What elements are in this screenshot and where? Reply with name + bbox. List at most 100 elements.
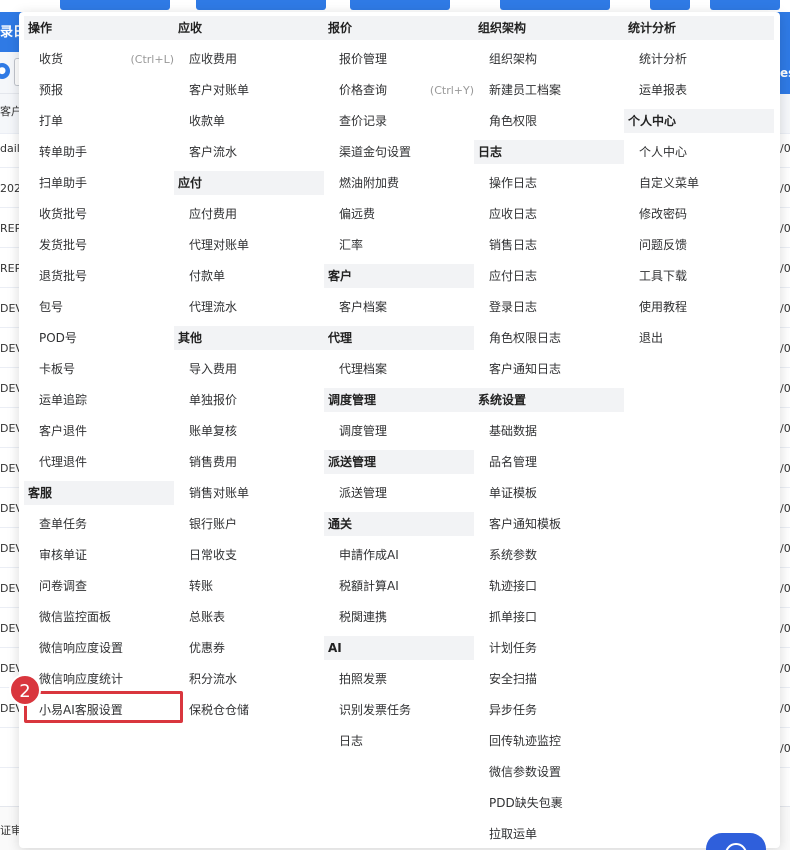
menu-item[interactable]: 查单任务: [24, 509, 174, 540]
menu-item[interactable]: 总账表: [174, 602, 324, 633]
menu-item[interactable]: 修改密码: [624, 199, 774, 230]
menu-item[interactable]: POD号: [24, 323, 174, 354]
menu-item[interactable]: 收款单: [174, 106, 324, 137]
menu-item[interactable]: 客户通知日志: [474, 354, 624, 385]
menu-item[interactable]: 打单: [24, 106, 174, 137]
menu-item[interactable]: 拉取运单: [474, 819, 624, 850]
menu-item[interactable]: 客户退件: [24, 416, 174, 447]
top-tab[interactable]: [710, 0, 780, 10]
menu-item[interactable]: 应收日志: [474, 199, 624, 230]
menu-item[interactable]: 申請作成AI: [324, 540, 474, 571]
menu-item[interactable]: 角色权限: [474, 106, 624, 137]
menu-item[interactable]: 代理退件: [24, 447, 174, 478]
menu-item[interactable]: 运单追踪: [24, 385, 174, 416]
menu-item[interactable]: 转账: [174, 571, 324, 602]
menu-item[interactable]: 异步任务: [474, 695, 624, 726]
menu-item[interactable]: 自定义菜单: [624, 168, 774, 199]
menu-item[interactable]: 银行账户: [174, 509, 324, 540]
menu-item[interactable]: 使用教程: [624, 292, 774, 323]
menu-item[interactable]: 销售对账单: [174, 478, 324, 509]
menu-item[interactable]: 微信监控面板: [24, 602, 174, 633]
menu-item[interactable]: 导入费用: [174, 354, 324, 385]
menu-item[interactable]: 卡板号: [24, 354, 174, 385]
menu-item[interactable]: 基础数据: [474, 416, 624, 447]
column-header: 客户: [0, 105, 19, 118]
menu-item[interactable]: 新建员工档案: [474, 75, 624, 106]
menu-item[interactable]: 渠道金句设置: [324, 137, 474, 168]
menu-item[interactable]: 客户流水: [174, 137, 324, 168]
menu-item[interactable]: 安全扫描: [474, 664, 624, 695]
menu-item[interactable]: 工具下载: [624, 261, 774, 292]
menu-item[interactable]: 包号: [24, 292, 174, 323]
menu-item[interactable]: 销售日志: [474, 230, 624, 261]
menu-item[interactable]: 代理档案: [324, 354, 474, 385]
menu-item[interactable]: 回传轨迹监控: [474, 726, 624, 757]
menu-item[interactable]: 报价管理: [324, 44, 474, 75]
menu-item[interactable]: 单证模板: [474, 478, 624, 509]
menu-item[interactable]: 日常收支: [174, 540, 324, 571]
menu-item[interactable]: 代理对账单: [174, 230, 324, 261]
menu-item[interactable]: 轨迹接口: [474, 571, 624, 602]
menu-item[interactable]: 调度管理: [324, 416, 474, 447]
menu-item[interactable]: 操作日志: [474, 168, 624, 199]
top-tab[interactable]: [650, 0, 690, 10]
menu-item[interactable]: 付款单: [174, 261, 324, 292]
menu-item[interactable]: 查价记录: [324, 106, 474, 137]
menu-item[interactable]: 抓单接口: [474, 602, 624, 633]
menu-item[interactable]: 识别发票任务: [324, 695, 474, 726]
menu-item[interactable]: 优惠券: [174, 633, 324, 664]
menu-item-label: 异步任务: [489, 703, 538, 717]
menu-item[interactable]: 发货批号: [24, 230, 174, 261]
menu-item[interactable]: 汇率: [324, 230, 474, 261]
menu-item[interactable]: 代理流水: [174, 292, 324, 323]
top-tab[interactable]: [350, 0, 450, 10]
menu-item[interactable]: 拍照发票: [324, 664, 474, 695]
menu-item[interactable]: 燃油附加费: [324, 168, 474, 199]
menu-item[interactable]: 品名管理: [474, 447, 624, 478]
menu-item[interactable]: 系统参数: [474, 540, 624, 571]
menu-item[interactable]: 退货批号: [24, 261, 174, 292]
menu-item[interactable]: 登录日志: [474, 292, 624, 323]
chat-float-button[interactable]: [706, 833, 766, 850]
menu-item[interactable]: 问卷调查: [24, 571, 174, 602]
menu-item[interactable]: 积分流水: [174, 664, 324, 695]
menu-item[interactable]: 客户通知模板: [474, 509, 624, 540]
menu-item[interactable]: 微信响应度设置: [24, 633, 174, 664]
menu-item[interactable]: 审核单证: [24, 540, 174, 571]
menu-item[interactable]: 角色权限日志: [474, 323, 624, 354]
menu-item[interactable]: 销售费用: [174, 447, 324, 478]
table-cell: daily: [0, 142, 19, 155]
menu-item[interactable]: 税関連携: [324, 602, 474, 633]
menu-item[interactable]: 应付费用: [174, 199, 324, 230]
menu-item[interactable]: 应付日志: [474, 261, 624, 292]
toolbar-right-button[interactable]: es: [780, 52, 790, 94]
menu-item[interactable]: 收货批号: [24, 199, 174, 230]
menu-item[interactable]: 组织架构: [474, 44, 624, 75]
menu-item[interactable]: 单独报价: [174, 385, 324, 416]
menu-item[interactable]: 预报: [24, 75, 174, 106]
menu-item[interactable]: PDD缺失包裹: [474, 788, 624, 819]
menu-item[interactable]: 价格查询 (Ctrl+Y): [324, 75, 474, 106]
menu-item[interactable]: 收货 (Ctrl+L): [24, 44, 174, 75]
menu-item[interactable]: 转单助手: [24, 137, 174, 168]
menu-item[interactable]: 账单复核: [174, 416, 324, 447]
menu-item[interactable]: 统计分析: [624, 44, 774, 75]
menu-item[interactable]: 派送管理: [324, 478, 474, 509]
menu-item[interactable]: 退出: [624, 323, 774, 354]
menu-item[interactable]: 微信参数设置: [474, 757, 624, 788]
menu-item[interactable]: 运单报表: [624, 75, 774, 106]
menu-item[interactable]: 客户档案: [324, 292, 474, 323]
menu-item[interactable]: 保税仓仓储: [174, 695, 324, 726]
menu-item[interactable]: 偏远费: [324, 199, 474, 230]
menu-item[interactable]: 税額計算AI: [324, 571, 474, 602]
menu-item[interactable]: 日志: [324, 726, 474, 757]
menu-item[interactable]: 扫单助手: [24, 168, 174, 199]
top-tab[interactable]: [500, 0, 610, 10]
menu-item[interactable]: 应收费用: [174, 44, 324, 75]
top-tab[interactable]: [60, 0, 170, 10]
menu-item[interactable]: 个人中心: [624, 137, 774, 168]
menu-item[interactable]: 客户对账单: [174, 75, 324, 106]
top-tab[interactable]: [196, 0, 326, 10]
menu-item[interactable]: 计划任务: [474, 633, 624, 664]
menu-item[interactable]: 问题反馈: [624, 230, 774, 261]
